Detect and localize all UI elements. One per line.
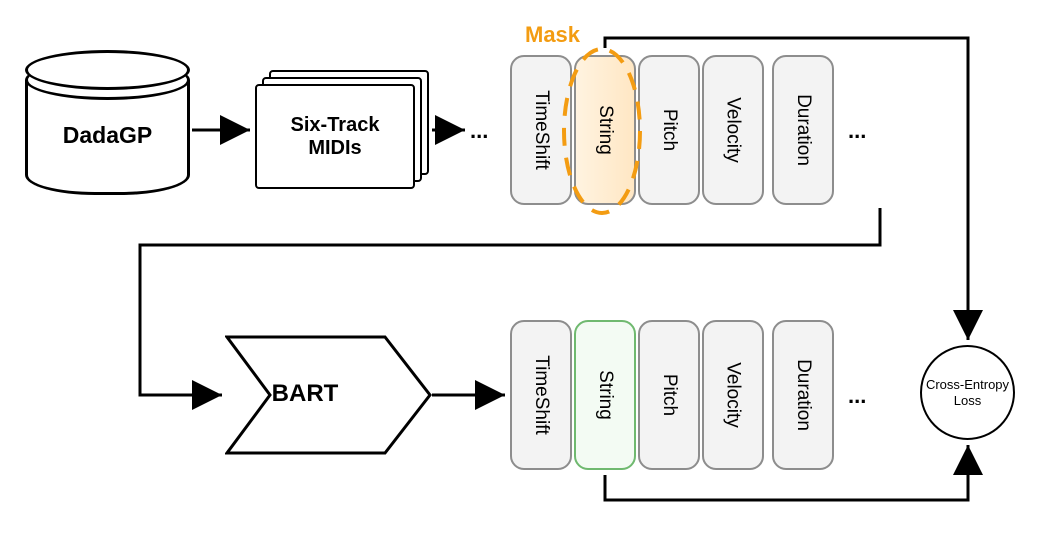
dataset-cylinder: DadaGP — [25, 60, 190, 195]
bart-label: BART — [225, 380, 385, 408]
token-string-bot-output: String — [574, 320, 636, 470]
token-label: String — [594, 370, 616, 420]
token-duration-bot: Duration — [772, 320, 834, 470]
token-label: TimeShift — [530, 355, 552, 435]
midi-box-label: Six-Track MIDIs — [263, 114, 407, 160]
loss-node: Cross-Entropy Loss — [920, 345, 1015, 440]
token-velocity-top: Velocity — [702, 55, 764, 205]
token-label: Pitch — [658, 109, 680, 151]
token-label: Pitch — [658, 374, 680, 416]
token-label: Velocity — [722, 362, 744, 427]
token-label: Duration — [792, 359, 814, 431]
token-duration-top: Duration — [772, 55, 834, 205]
mask-oval — [556, 42, 648, 220]
diagram-stage: DadaGP Six-Track MIDIs ... TimeShift Str… — [0, 0, 1040, 538]
cylinder-ring-upper — [25, 50, 190, 90]
midi-stack: Six-Track MIDIs — [255, 70, 430, 190]
ellipsis-top-right: ... — [848, 118, 866, 144]
token-pitch-bot: Pitch — [638, 320, 700, 470]
token-timeshift-bot: TimeShift — [510, 320, 572, 470]
ellipsis-bot-right: ... — [848, 383, 866, 409]
token-label: TimeShift — [530, 90, 552, 170]
ellipsis-top-left: ... — [470, 118, 488, 144]
stack-page-front: Six-Track MIDIs — [255, 84, 415, 189]
loss-label-line1: Cross-Entropy — [926, 377, 1009, 393]
loss-label-line2: Loss — [954, 393, 981, 409]
token-label: Duration — [792, 94, 814, 166]
token-velocity-bot: Velocity — [702, 320, 764, 470]
token-label: Velocity — [722, 97, 744, 162]
dataset-label: DadaGP — [25, 122, 190, 149]
